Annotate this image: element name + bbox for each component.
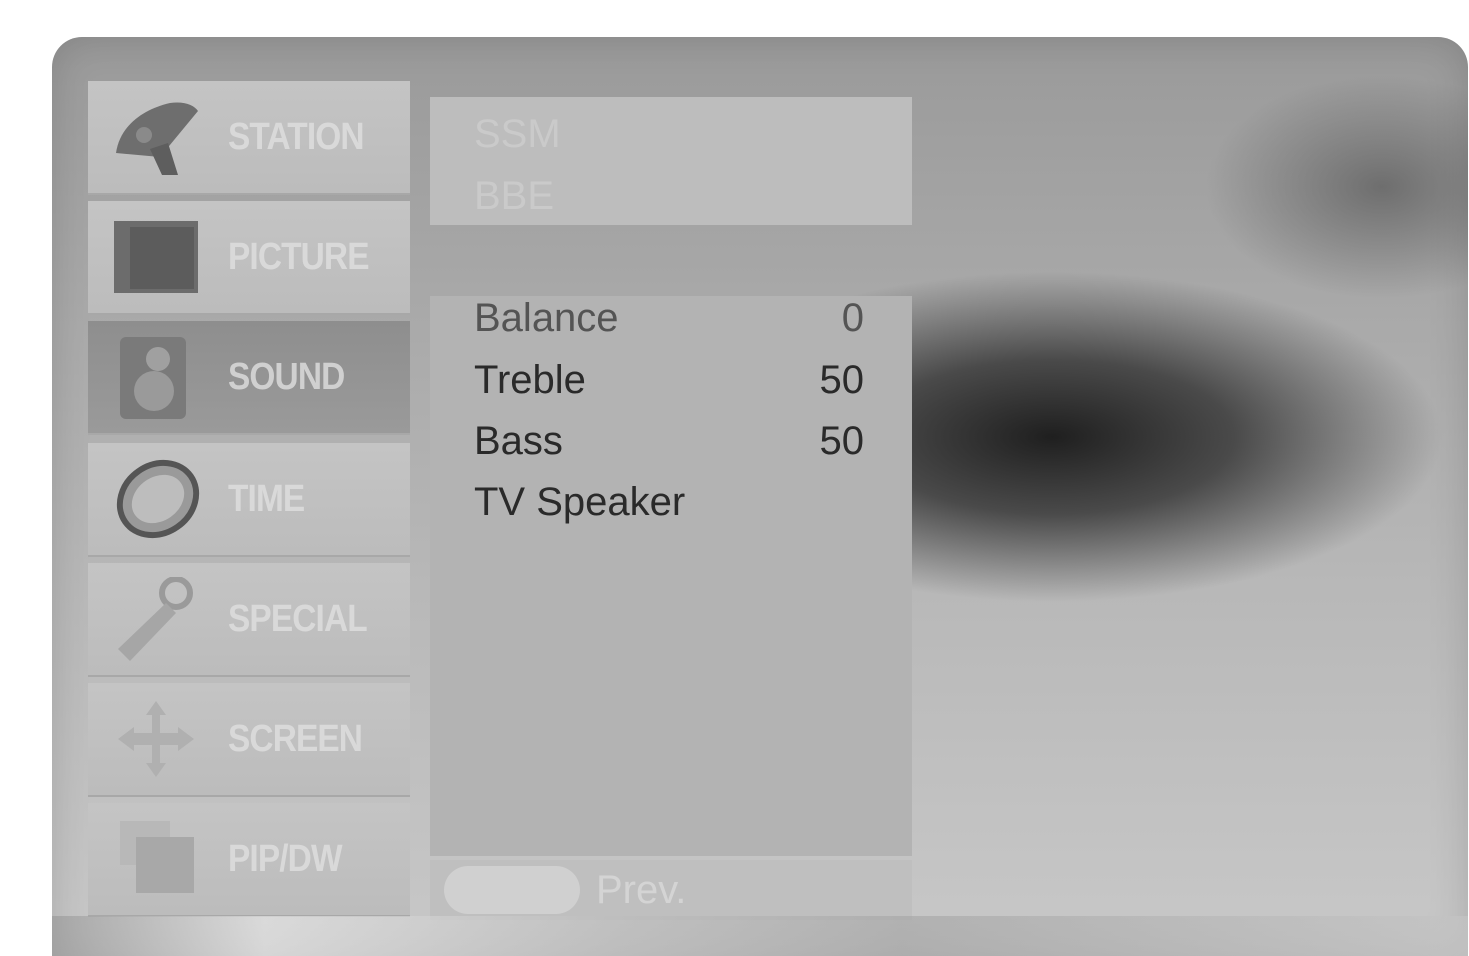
treble-row[interactable]: Treble 50 [474,350,864,410]
picture-icon [114,221,198,293]
main-menu: STATION PICTURE SOUND TIME SPECIAL SCREE… [88,81,410,921]
tv-screen: STATION PICTURE SOUND TIME SPECIAL SCREE… [52,37,1468,956]
key-icon [118,577,193,661]
footer-bar: Prev. [430,860,912,920]
ssm-option[interactable]: SSM [474,105,561,163]
tv-speaker-row[interactable]: TV Speaker [474,472,864,532]
balance-row[interactable]: Balance 0 [474,288,864,348]
menu-label: PICTURE [228,236,370,278]
menu-label: PIP/DW [228,838,343,880]
balance-value: 0 [841,296,864,340]
sound-options-panel: SSM BBE [430,97,912,225]
menu-item-sound[interactable]: SOUND [88,321,410,433]
menu-label: SPECIAL [228,598,368,640]
pip-windows-icon [120,821,194,893]
bass-value: 50 [819,419,865,463]
treble-value: 50 [819,358,865,402]
satellite-dish-icon [116,102,198,175]
tv-speaker-label: TV Speaker [474,480,686,524]
menu-label: SOUND [228,356,345,398]
menu-item-special[interactable]: SPECIAL [88,563,410,675]
menu-item-time[interactable]: TIME [88,443,410,555]
menu-label: STATION [228,116,365,158]
bass-label: Bass [474,419,563,463]
menu-label: TIME [228,478,305,520]
treble-label: Treble [474,358,586,402]
menu-item-station[interactable]: STATION [88,81,410,193]
clock-icon [116,459,200,539]
move-arrows-icon [118,701,194,777]
menu-item-picture[interactable]: PICTURE [88,201,410,313]
prev-label: Prev. [596,868,687,912]
speaker-icon [120,337,186,419]
bbe-option[interactable]: BBE [474,167,554,225]
sound-settings-panel: Balance 0 Treble 50 Bass 50 TV Speaker [430,296,912,856]
menu-label: SCREEN [228,718,363,760]
balance-label: Balance [474,296,619,340]
menu-item-screen[interactable]: SCREEN [88,683,410,795]
prev-button[interactable] [444,866,580,914]
menu-item-pip-dw[interactable]: PIP/DW [88,803,410,915]
bass-row[interactable]: Bass 50 [474,411,864,471]
